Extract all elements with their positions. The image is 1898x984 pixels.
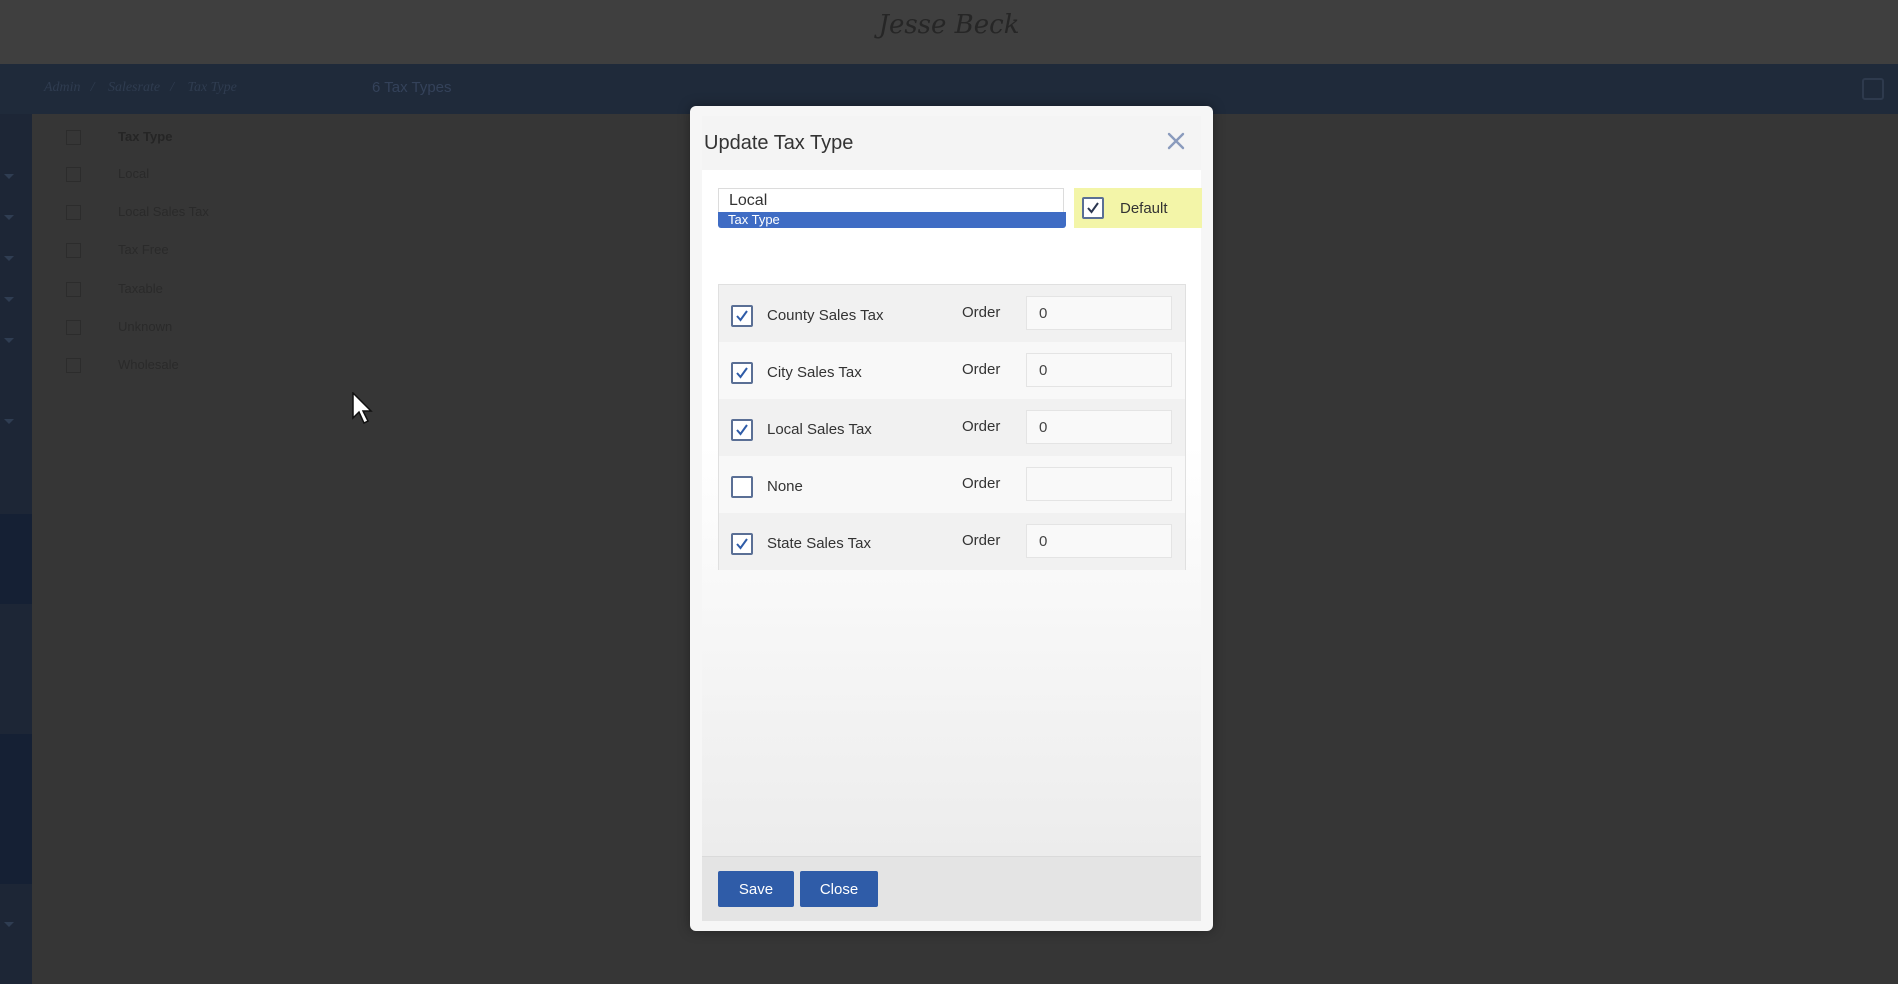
chevron-down-icon[interactable] xyxy=(4,256,14,261)
tax-type-field: Tax Type xyxy=(718,188,1066,230)
check-icon xyxy=(736,310,748,322)
tax-list: County Sales Tax Order City Sales Tax Or… xyxy=(718,284,1186,570)
row-checkbox[interactable] xyxy=(66,205,81,220)
order-label: Order xyxy=(962,418,1001,435)
state-sales-tax-order-input[interactable] xyxy=(1026,524,1172,558)
row-checkbox[interactable] xyxy=(66,358,81,373)
select-all-checkbox[interactable] xyxy=(66,130,81,145)
none-order-input[interactable] xyxy=(1026,467,1172,501)
brand-title: Jesse Beck xyxy=(878,10,1020,40)
sidebar-section xyxy=(0,514,32,604)
tax-name: Local Sales Tax xyxy=(767,421,872,438)
chevron-down-icon[interactable] xyxy=(4,419,14,424)
top-bar: Jesse Beck xyxy=(0,0,1898,65)
order-label: Order xyxy=(962,361,1001,378)
dialog-body: Tax Type Default County Sales Tax Order xyxy=(702,170,1202,856)
chevron-down-icon[interactable] xyxy=(4,922,14,927)
breadcrumb-item-salesrate[interactable]: Salesrate xyxy=(108,80,160,95)
chevron-down-icon[interactable] xyxy=(4,215,14,220)
tax-name: None xyxy=(767,478,803,495)
order-label: Order xyxy=(962,475,1001,492)
update-tax-type-dialog: Update Tax Type Tax Type Default County … xyxy=(690,106,1213,931)
county-sales-tax-order-input[interactable] xyxy=(1026,296,1172,330)
tax-name: State Sales Tax xyxy=(767,535,871,552)
sidebar-section xyxy=(0,734,32,884)
check-icon xyxy=(736,538,748,550)
row-checkbox[interactable] xyxy=(66,243,81,258)
none-checkbox[interactable] xyxy=(731,476,753,498)
tax-type-label: Tax Type xyxy=(718,212,1066,228)
refresh-icon[interactable] xyxy=(1862,78,1884,100)
city-sales-tax-checkbox[interactable] xyxy=(731,362,753,384)
dialog-header: Update Tax Type xyxy=(702,116,1201,171)
local-sales-tax-checkbox[interactable] xyxy=(731,419,753,441)
mouse-cursor-icon xyxy=(352,392,373,424)
row-checkbox[interactable] xyxy=(66,320,81,335)
check-icon xyxy=(1087,202,1099,214)
breadcrumb-item-tax-type[interactable]: Tax Type xyxy=(187,80,236,95)
check-icon xyxy=(736,424,748,436)
order-label: Order xyxy=(962,304,1001,321)
chevron-down-icon[interactable] xyxy=(4,174,14,179)
default-label: Default xyxy=(1120,200,1168,217)
dialog-title: Update Tax Type xyxy=(704,132,854,154)
check-icon xyxy=(736,367,748,379)
order-label: Order xyxy=(962,532,1001,549)
tax-row: County Sales Tax Order xyxy=(719,285,1185,342)
row-checkbox[interactable] xyxy=(66,282,81,297)
save-button[interactable]: Save xyxy=(718,871,794,907)
tax-name: City Sales Tax xyxy=(767,364,862,381)
chevron-down-icon[interactable] xyxy=(4,297,14,302)
row-checkbox[interactable] xyxy=(66,167,81,182)
chevron-down-icon[interactable] xyxy=(4,338,14,343)
local-sales-tax-order-input[interactable] xyxy=(1026,410,1172,444)
state-sales-tax-checkbox[interactable] xyxy=(731,533,753,555)
tax-row: City Sales Tax Order xyxy=(719,342,1185,399)
sidebar xyxy=(0,114,32,984)
dialog-footer: Save Close xyxy=(702,856,1201,921)
city-sales-tax-order-input[interactable] xyxy=(1026,353,1172,387)
county-sales-tax-checkbox[interactable] xyxy=(731,305,753,327)
breadcrumb: Admin / Salesrate / Tax Type xyxy=(44,80,237,95)
default-option[interactable]: Default xyxy=(1074,188,1202,228)
list-title: 6 Tax Types xyxy=(372,79,452,96)
breadcrumb-item-admin[interactable]: Admin xyxy=(44,80,81,95)
tax-row: Local Sales Tax Order xyxy=(719,399,1185,456)
tax-row: State Sales Tax Order xyxy=(719,513,1185,570)
close-icon[interactable] xyxy=(1165,130,1187,152)
tax-name: County Sales Tax xyxy=(767,307,884,324)
default-checkbox[interactable] xyxy=(1082,197,1104,219)
close-button[interactable]: Close xyxy=(800,871,878,907)
tax-row: None Order xyxy=(719,456,1185,513)
tax-type-input[interactable] xyxy=(718,188,1064,212)
